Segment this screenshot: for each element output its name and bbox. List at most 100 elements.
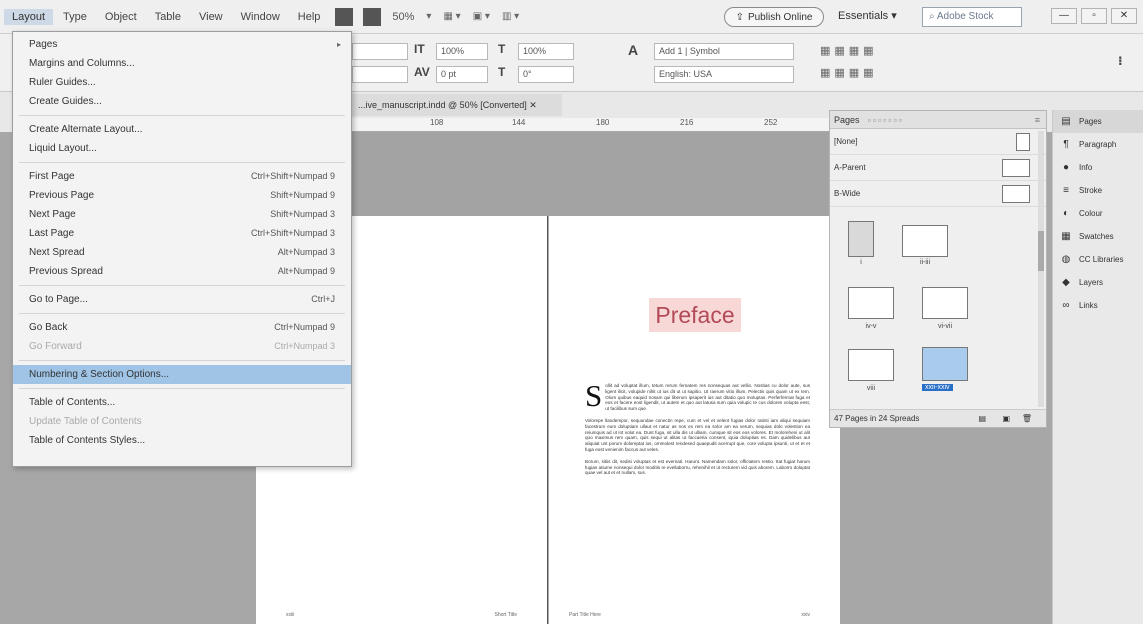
body-text-frame[interactable]: Sollit ad voluptat illum, tetum rerum fe… (585, 380, 810, 482)
edit-page-size-icon[interactable]: ▤ (978, 410, 986, 428)
dock-item-cc-libraries[interactable]: ◍ CC Libraries (1053, 248, 1143, 271)
page-thumbnail-viii[interactable] (848, 349, 894, 381)
menu-item-pages[interactable]: Pages ▸ (13, 35, 351, 54)
search-placeholder: Adobe Stock (936, 11, 994, 22)
menu-item-last-page[interactable]: Last Page Ctrl+Shift+Numpad 3 (13, 224, 351, 243)
menu-table[interactable]: Table (147, 9, 189, 25)
ruler-label: 252 (764, 118, 778, 127)
justify-buttons-icon[interactable]: ▦▦▦▦ (820, 66, 878, 79)
menu-item-create-guides[interactable]: Create Guides... (13, 92, 351, 111)
publish-online-button[interactable]: ⇪ Publish Online (724, 7, 824, 27)
menu-item-next-spread[interactable]: Next Spread Alt+Numpad 3 (13, 243, 351, 262)
page-thumbnail-iv-v[interactable] (848, 287, 894, 319)
character-style-dropdown[interactable]: Add 1 | Symbol (654, 43, 794, 60)
page-thumbnail-vi-vii[interactable] (922, 287, 968, 319)
menu-item-shortcut: Ctrl+J (311, 294, 335, 304)
master-b-wide[interactable]: B-Wide (830, 181, 1046, 207)
language-dropdown[interactable]: English: USA (654, 66, 794, 83)
menu-item-toc-styles[interactable]: Table of Contents Styles... (13, 431, 351, 450)
folio-left: xxiii (286, 612, 295, 618)
font-size-field[interactable] (352, 66, 408, 83)
master-none[interactable]: [None] (830, 129, 1046, 155)
menu-item-ruler-guides[interactable]: Ruler Guides... (13, 73, 351, 92)
horizontal-scale-field[interactable]: 100% (518, 43, 574, 60)
delete-page-icon[interactable]: 🗑 (1022, 410, 1032, 428)
dock-item-paragraph[interactable]: ¶ Paragraph (1053, 133, 1143, 156)
dock-item-pages[interactable]: ▤ Pages (1053, 110, 1143, 133)
view-options-icon[interactable]: ▦ ▾ (443, 11, 460, 22)
stock-search-input[interactable]: ⌕ Adobe Stock (922, 7, 1022, 27)
screen-mode-icon[interactable]: ▣ ▾ (473, 11, 490, 22)
close-icon[interactable]: ✕ (1111, 8, 1137, 24)
document-tab-label: ...ive_manuscript.indd @ 50% [Converted] (358, 100, 527, 110)
menu-window[interactable]: Window (233, 9, 288, 25)
menu-item-shortcut: Alt+Numpad 9 (277, 266, 335, 276)
maximize-icon[interactable]: ▫ (1081, 8, 1107, 24)
dock-item-info[interactable]: ● Info (1053, 156, 1143, 179)
menu-item-go-back[interactable]: Go Back Ctrl+Numpad 9 (13, 318, 351, 337)
dock-item-colour[interactable]: ◐ Colour (1053, 202, 1143, 225)
menu-item-label: Previous Page (29, 190, 95, 201)
menu-item-shortcut: Ctrl+Shift+Numpad 3 (250, 228, 335, 238)
menu-item-shortcut: Shift+Numpad 3 (270, 209, 335, 219)
menu-item-previous-spread[interactable]: Previous Spread Alt+Numpad 9 (13, 262, 351, 281)
new-page-icon[interactable]: ▣ (1002, 410, 1010, 428)
menu-item-update-toc[interactable]: Update Table of Contents (13, 412, 351, 431)
menu-item-create-alternate-layout[interactable]: Create Alternate Layout... (13, 120, 351, 139)
page-thumbnail-i[interactable] (848, 221, 874, 257)
pages-scrollbar-thumb[interactable] (1038, 231, 1044, 271)
font-style-field[interactable] (352, 43, 408, 60)
menu-item-previous-page[interactable]: Previous Page Shift+Numpad 9 (13, 186, 351, 205)
menu-item-shortcut: Shift+Numpad 9 (270, 190, 335, 200)
menu-item-go-forward[interactable]: Go Forward Ctrl+Numpad 3 (13, 337, 351, 356)
character-style-icon: A (628, 42, 639, 58)
minimize-icon[interactable]: — (1051, 8, 1077, 24)
menu-type[interactable]: Type (55, 9, 95, 25)
workspace-switcher[interactable]: Essentials ▾ (838, 9, 897, 22)
menu-separator (19, 360, 345, 361)
menu-item-margins-columns[interactable]: Margins and Columns... (13, 54, 351, 73)
horizontal-scale-icon: T (498, 42, 506, 56)
zoom-level[interactable]: 50% (392, 11, 414, 23)
page-title[interactable]: Preface (649, 298, 741, 332)
menu-item-table-of-contents[interactable]: Table of Contents... (13, 393, 351, 412)
menu-item-first-page[interactable]: First Page Ctrl+Shift+Numpad 9 (13, 167, 351, 186)
document-tab[interactable]: ...ive_manuscript.indd @ 50% [Converted]… (352, 94, 562, 116)
close-tab-icon[interactable]: ✕ (529, 100, 537, 110)
pages-panel: Pages ▫▫▫▫▫▫▫ ≡ [None] A-Parent B-Wide i i… (829, 110, 1047, 428)
menu-help[interactable]: Help (290, 9, 329, 25)
menu-item-label: Numbering & Section Options... (29, 369, 170, 380)
menu-view[interactable]: View (191, 9, 231, 25)
page-thumbnail-selected[interactable] (922, 347, 968, 381)
panel-options-icon[interactable]: ⁝ (1118, 54, 1123, 68)
menu-item-liquid-layout[interactable]: Liquid Layout... (13, 139, 351, 158)
arrange-documents-icon[interactable]: ▥ ▾ (502, 11, 519, 22)
stock-icon[interactable] (363, 7, 382, 26)
dock-item-label: Stroke (1079, 186, 1103, 195)
menu-item-label: Ruler Guides... (29, 77, 96, 88)
dock-item-swatches[interactable]: ▦ Swatches (1053, 225, 1143, 248)
align-buttons-icon[interactable]: ▦▦▦▦ (820, 44, 878, 57)
pasteboard-top[interactable] (352, 132, 832, 216)
tracking-field[interactable]: 0 pt (436, 66, 488, 83)
dock-item-layers[interactable]: ◆ Layers (1053, 271, 1143, 294)
page-label: i (860, 259, 862, 266)
menu-item-numbering-section-options[interactable]: Numbering & Section Options... (13, 365, 351, 384)
menu-layout[interactable]: Layout (4, 8, 54, 25)
bridge-icon[interactable] (335, 7, 354, 26)
menu-item-label: Go to Page... (29, 294, 88, 305)
menu-item-go-to-page[interactable]: Go to Page... Ctrl+J (13, 290, 351, 309)
page-thumbnail-ii-iii[interactable] (902, 225, 948, 257)
menu-item-next-page[interactable]: Next Page Shift+Numpad 3 (13, 205, 351, 224)
vertical-scale-field[interactable]: 100% (436, 43, 488, 60)
dock-item-label: Info (1079, 163, 1093, 172)
skew-field[interactable]: 0° (518, 66, 574, 83)
zoom-dropdown-icon[interactable]: ▾ (426, 11, 431, 22)
menu-object[interactable]: Object (97, 9, 145, 25)
panel-menu-icon[interactable]: ≡ (1035, 111, 1040, 129)
pages-panel-tab[interactable]: Pages (834, 115, 860, 125)
dock-item-links[interactable]: ∞ Links (1053, 294, 1143, 317)
page-size-icon[interactable]: ▫▫▫▫▫▫▫ (868, 115, 904, 125)
master-a-parent[interactable]: A-Parent (830, 155, 1046, 181)
dock-item-stroke[interactable]: ≡ Stroke (1053, 179, 1143, 202)
